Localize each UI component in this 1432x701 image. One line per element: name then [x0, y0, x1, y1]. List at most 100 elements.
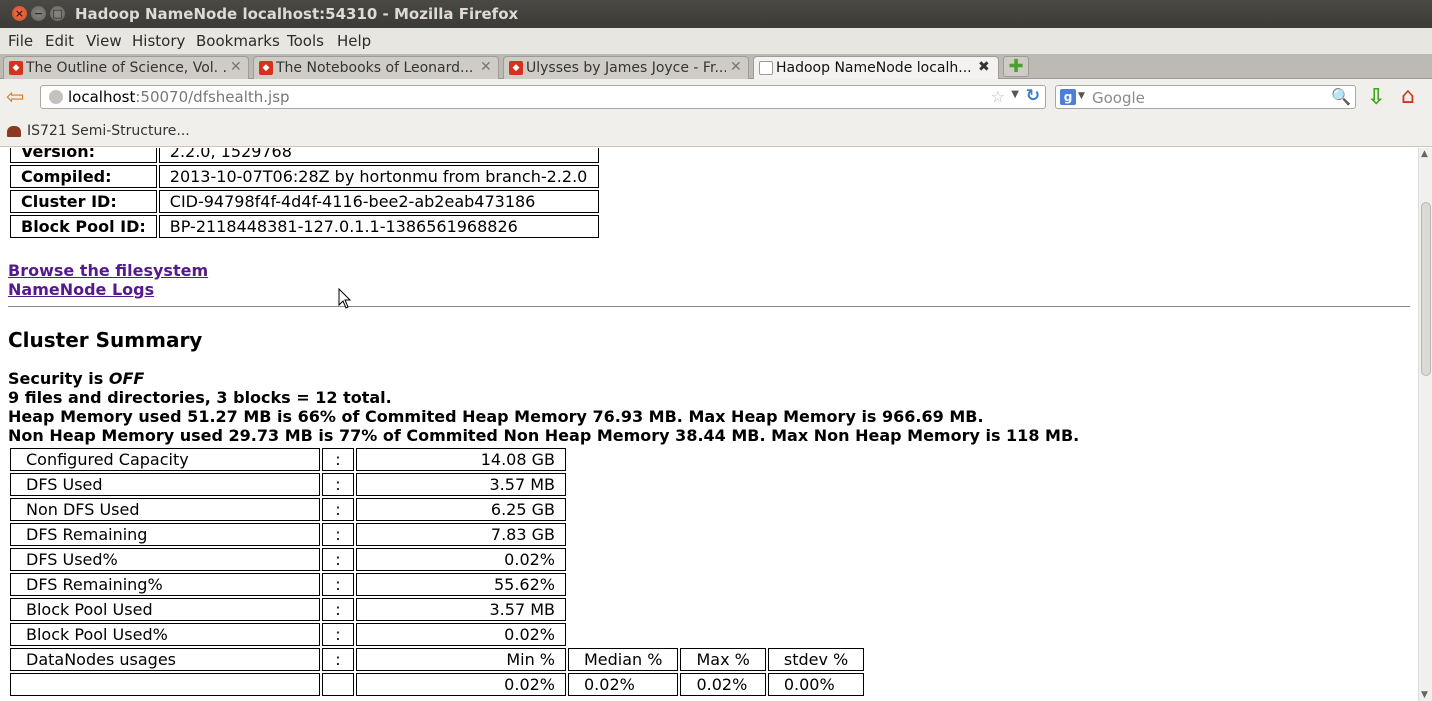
scroll-up-icon[interactable]: ▲ — [1421, 149, 1428, 159]
datanodes-value-min: 0.02% — [356, 673, 566, 696]
summary-label: DFS Used% — [10, 548, 320, 571]
search-input[interactable]: Google — [1092, 89, 1145, 107]
tab-close-icon[interactable]: ✕ — [480, 59, 492, 75]
bookmark-star-icon[interactable]: ☆ — [991, 87, 1005, 106]
table-row: Configured Capacity : 14.08 GB — [10, 448, 864, 471]
summary-value: 3.57 MB — [356, 473, 566, 496]
window-title: Hadoop NameNode localhost:54310 - Mozill… — [75, 5, 519, 23]
cluster-summary-heading: Cluster Summary — [8, 328, 203, 352]
menu-bookmarks[interactable]: Bookmarks — [196, 32, 280, 50]
table-row: Version: 2.2.0, 1529768 — [10, 148, 599, 163]
table-row: Non DFS Used : 6.25 GB — [10, 498, 864, 521]
datanodes-header-max: Max % — [680, 648, 766, 671]
menu-view[interactable]: View — [86, 32, 122, 50]
datanodes-value-stdev: 0.00% — [767, 673, 865, 696]
gutenberg-icon: ◆ — [9, 61, 23, 75]
table-row: Compiled: 2013-10-07T06:28Z by hortonmu … — [10, 165, 599, 188]
google-icon[interactable]: g — [1060, 89, 1076, 105]
new-tab-button[interactable]: ✚ — [1003, 56, 1029, 77]
bookmarks-bar: IS721 Semi-Structure... — [0, 117, 1432, 147]
summary-value: 0.02% — [356, 623, 566, 646]
tab-close-icon[interactable]: ✕ — [730, 59, 742, 75]
info-key: Version: — [10, 148, 157, 163]
info-key: Cluster ID: — [10, 190, 157, 213]
table-row: Block Pool Used : 3.57 MB — [10, 598, 864, 621]
window-close-button[interactable]: × — [12, 6, 27, 21]
menu-tools[interactable]: Tools — [287, 32, 324, 50]
separator: : — [322, 623, 354, 646]
scrollbar-thumb[interactable] — [1421, 202, 1431, 376]
table-row: Block Pool Used% : 0.02% — [10, 623, 864, 646]
menu-edit[interactable]: Edit — [45, 32, 74, 50]
datanodes-header-median: Median % — [568, 648, 679, 671]
summary-value: 14.08 GB — [356, 448, 566, 471]
bookmark-item[interactable]: IS721 Semi-Structure... — [27, 123, 190, 139]
window-minimize-button[interactable]: − — [31, 6, 46, 21]
datanodes-header-min: Min % — [356, 648, 566, 671]
bookmark-favicon-icon — [7, 126, 21, 137]
separator — [322, 673, 354, 696]
scroll-down-icon[interactable]: ▼ — [1421, 690, 1428, 700]
search-engine-dropdown-icon[interactable]: ▼ — [1078, 91, 1085, 101]
summary-label: Block Pool Used% — [10, 623, 320, 646]
summary-value: 6.25 GB — [356, 498, 566, 521]
summary-value: 55.62% — [356, 573, 566, 596]
separator: : — [322, 448, 354, 471]
tab-hadoop-namenode[interactable]: Hadoop NameNode localh... ✖ — [753, 56, 999, 80]
namenode-logs-link[interactable]: NameNode Logs — [8, 280, 154, 299]
table-row: 0.02% 0.02% 0.02% 0.00% — [10, 673, 865, 696]
window-maximize-button[interactable]: □ — [50, 6, 65, 21]
nonheap-memory-summary: Non Heap Memory used 29.73 MB is 77% of … — [8, 426, 1080, 445]
menu-history[interactable]: History — [132, 32, 185, 50]
datanodes-value-max: 0.02% — [680, 673, 766, 696]
reload-icon[interactable]: ↻ — [1026, 86, 1040, 106]
files-blocks-summary: 9 files and directories, 3 blocks = 12 t… — [8, 388, 392, 407]
tab-ulysses[interactable]: ◆ Ulysses by James Joyce - Fr... ✕ — [503, 56, 749, 79]
summary-label: Block Pool Used — [10, 598, 320, 621]
table-row: DFS Used% : 0.02% — [10, 548, 864, 571]
separator: : — [322, 548, 354, 571]
summary-label: DFS Remaining — [10, 523, 320, 546]
table-row: DFS Used : 3.57 MB — [10, 473, 864, 496]
browse-filesystem-link[interactable]: Browse the filesystem — [8, 261, 208, 280]
tab-close-icon[interactable]: ✕ — [230, 59, 242, 75]
download-icon[interactable]: ⇩ — [1367, 85, 1385, 110]
gutenberg-icon: ◆ — [259, 61, 273, 75]
tab-bar: ◆ The Outline of Science, Vol. ... ✕ ◆ T… — [0, 54, 1432, 80]
url-bar[interactable]: localhost:50070/dfshealth.jsp ☆ ▼ ↻ — [40, 85, 1046, 109]
search-bar[interactable]: g ▼ Google 🔍 — [1055, 85, 1356, 109]
site-identity-icon[interactable] — [49, 90, 63, 104]
tab-notebooks-leonardo[interactable]: ◆ The Notebooks of Leonard... ✕ — [253, 56, 499, 79]
menu-file[interactable]: File — [8, 32, 33, 50]
cluster-summary-table: Configured Capacity : 14.08 GB DFS Used … — [8, 446, 866, 698]
summary-value: 0.02% — [356, 548, 566, 571]
datanodes-header-stdev: stdev % — [767, 648, 865, 671]
summary-label: DFS Used — [10, 473, 320, 496]
tab-close-icon[interactable]: ✖ — [978, 59, 990, 75]
info-key: Compiled: — [10, 165, 157, 188]
separator: : — [322, 648, 354, 671]
vertical-scrollbar[interactable]: ▲ ▼ — [1418, 148, 1432, 701]
summary-label: Non DFS Used — [10, 498, 320, 521]
table-row: Block Pool ID: BP-2118448381-127.0.1.1-1… — [10, 215, 599, 238]
url-text[interactable]: localhost:50070/dfshealth.jsp — [68, 88, 290, 106]
url-path: :50070/dfshealth.jsp — [135, 88, 290, 106]
summary-value: 3.57 MB — [356, 598, 566, 621]
separator: : — [322, 598, 354, 621]
tab-label: Hadoop NameNode localh... — [776, 60, 972, 76]
menu-help[interactable]: Help — [337, 32, 371, 50]
tab-outline-of-science[interactable]: ◆ The Outline of Science, Vol. ... ✕ — [3, 56, 249, 79]
table-row: DataNodes usages : Min % Median % Max % … — [10, 648, 865, 671]
info-value: 2013-10-07T06:28Z by hortonmu from branc… — [158, 165, 599, 188]
search-icon[interactable]: 🔍 — [1331, 87, 1351, 106]
summary-label: Configured Capacity — [10, 448, 320, 471]
url-history-dropdown-icon[interactable]: ▼ — [1011, 89, 1019, 100]
url-host: localhost — [68, 88, 136, 106]
window-title-bar: × − □ Hadoop NameNode localhost:54310 - … — [0, 0, 1432, 28]
tab-label: Ulysses by James Joyce - Fr... — [526, 60, 726, 76]
table-row: DFS Remaining% : 55.62% — [10, 573, 864, 596]
back-button[interactable]: ⇦ — [6, 87, 24, 109]
home-icon[interactable]: ⌂ — [1401, 84, 1415, 109]
info-key: Block Pool ID: — [10, 215, 157, 238]
info-value: 2.2.0, 1529768 — [158, 148, 599, 163]
